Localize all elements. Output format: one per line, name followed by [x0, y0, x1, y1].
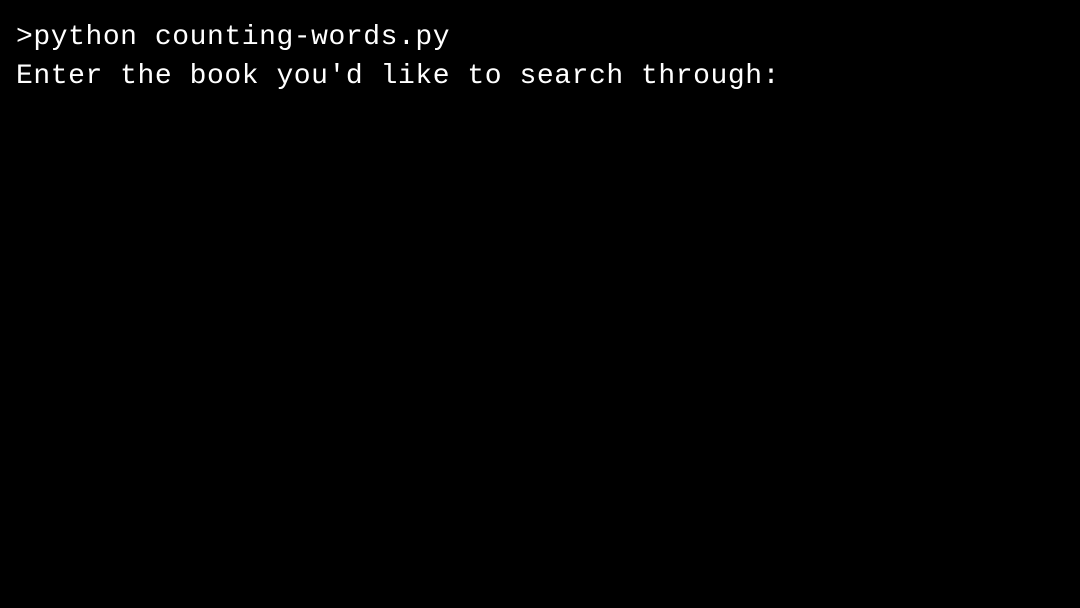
command-line: >python counting-words.py [16, 18, 1064, 57]
terminal-window[interactable]: >python counting-words.py Enter the book… [0, 0, 1080, 608]
prompt-line: Enter the book you'd like to search thro… [16, 57, 1064, 96]
